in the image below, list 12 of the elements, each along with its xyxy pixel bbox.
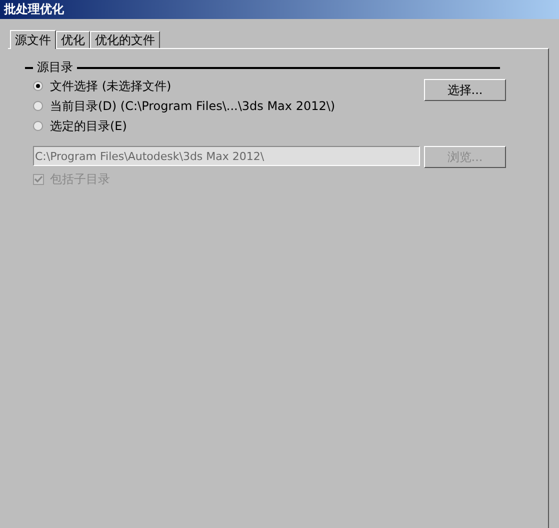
radio-button[interactable] bbox=[33, 81, 43, 91]
group-title: 源目录 bbox=[37, 59, 73, 76]
radio-label: 文件选择 (未选择文件) bbox=[50, 78, 172, 94]
window-title: 批处理优化 bbox=[0, 0, 559, 19]
radio-button[interactable] bbox=[33, 121, 43, 131]
tab[interactable]: 源文件 bbox=[10, 30, 56, 49]
radio-label: 当前目录(D) (C:\Program Files\...\3ds Max 2012\) bbox=[50, 98, 336, 114]
tab[interactable]: 优化的文件 bbox=[90, 31, 160, 48]
tab[interactable]: 优化 bbox=[56, 31, 90, 48]
radio-label: 选定的目录(E) bbox=[50, 118, 127, 134]
select-button[interactable]: 选择... bbox=[424, 79, 506, 101]
radio-button[interactable] bbox=[33, 101, 43, 111]
